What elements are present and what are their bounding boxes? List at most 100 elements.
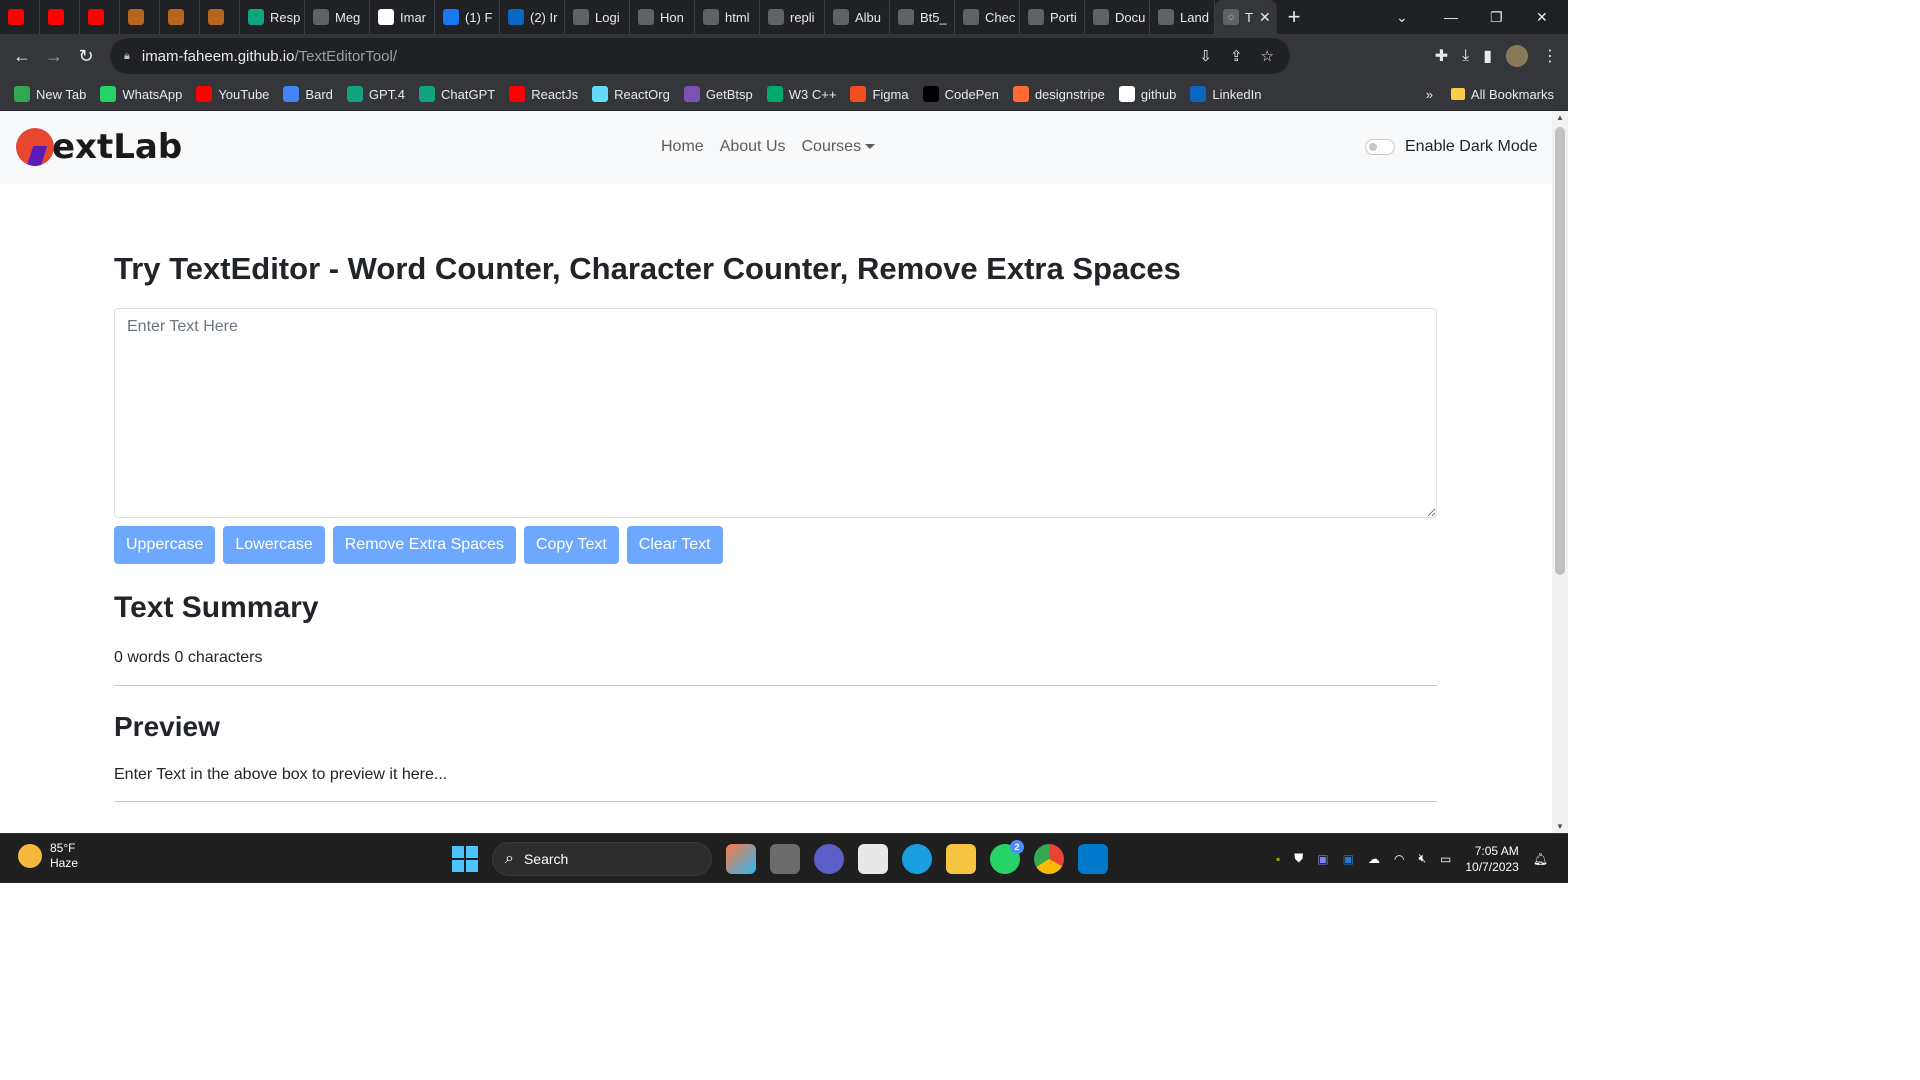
tab[interactable]: repli [760, 0, 825, 34]
bookmark-item[interactable]: designstripe [1012, 86, 1105, 102]
bookmark-item[interactable]: W3 C++ [766, 86, 836, 102]
whatsapp-icon[interactable]: 2 [990, 840, 1024, 874]
teams-chat-icon[interactable] [814, 844, 844, 874]
uppercase-button[interactable]: Uppercase [114, 526, 216, 564]
bookmark-item[interactable]: github [1118, 86, 1176, 102]
onedrive-icon[interactable]: ☁ [1368, 852, 1380, 866]
tab[interactable]: (2) Ir [500, 0, 565, 34]
tab[interactable]: Porti [1020, 0, 1085, 34]
bookmark-item[interactable]: Figma [850, 86, 909, 102]
bookmark-item[interactable]: GPT.4 [346, 86, 405, 102]
bookmark-item[interactable]: GetBtsp [683, 86, 753, 102]
tab[interactable]: Resp [240, 0, 305, 34]
minimize-icon[interactable]: — [1444, 0, 1458, 34]
security-icon[interactable]: ⛊ [1294, 851, 1303, 866]
bookmark-item[interactable]: ReactJs [509, 86, 578, 102]
profile-avatar[interactable] [1506, 45, 1528, 67]
menu-icon[interactable]: ⋮ [1542, 46, 1558, 66]
nav-courses-dropdown[interactable]: Courses [802, 138, 876, 156]
tab[interactable]: Meg [305, 0, 370, 34]
tab[interactable]: Hon [630, 0, 695, 34]
bookmark-item[interactable]: WhatsApp [100, 86, 182, 102]
install-app-icon[interactable]: ⇩ [1199, 47, 1212, 65]
globe-icon [1093, 9, 1109, 25]
tab[interactable]: Bt5_ [890, 0, 955, 34]
taskbar-search[interactable]: ⌕ Search [492, 842, 712, 876]
bookmark-label: ReactJs [531, 86, 579, 102]
youtube-icon [509, 86, 526, 102]
remove-extra-spaces-button[interactable]: Remove Extra Spaces [332, 526, 516, 564]
nvidia-icon[interactable]: ▪ [1276, 852, 1280, 866]
new-tab-button[interactable]: + [1277, 4, 1311, 30]
back-icon[interactable]: ← [6, 46, 38, 67]
all-bookmarks-label: All Bookmarks [1470, 86, 1554, 102]
tab[interactable] [80, 0, 120, 34]
tab[interactable]: Albu [825, 0, 890, 34]
tab-search-icon[interactable]: ⌄ [1396, 0, 1408, 34]
extensions-icon[interactable]: ✚ [1435, 46, 1448, 66]
side-panel-icon[interactable]: ▮ [1483, 46, 1492, 66]
nav-home-link[interactable]: Home [661, 138, 704, 156]
tab-active[interactable]: ◌ T ✕ [1215, 0, 1277, 34]
bookmark-item[interactable]: ReactOrg [592, 86, 670, 102]
restore-icon[interactable]: ❐ [1490, 0, 1503, 34]
word-icon[interactable]: ▣ [1343, 852, 1354, 866]
tab[interactable] [160, 0, 200, 34]
tab[interactable]: Chec [955, 0, 1020, 34]
tab[interactable] [40, 0, 80, 34]
reload-icon[interactable]: ↻ [70, 46, 102, 67]
scroll-up-icon[interactable]: ▲ [1552, 113, 1568, 122]
chrome-icon[interactable] [1034, 844, 1064, 874]
all-bookmarks-button[interactable]: All Bookmarks [1450, 86, 1554, 102]
clear-text-button[interactable]: Clear Text [626, 526, 723, 564]
bookmark-star-icon[interactable]: ☆ [1261, 47, 1274, 65]
vscode-icon[interactable] [1078, 844, 1108, 874]
close-tab-icon[interactable]: ✕ [1259, 9, 1271, 26]
tab[interactable]: Logi [565, 0, 630, 34]
lowercase-button[interactable]: Lowercase [223, 526, 325, 564]
dark-mode-switch[interactable] [1365, 139, 1395, 155]
tab[interactable] [120, 0, 160, 34]
file-explorer-icon[interactable] [946, 844, 976, 874]
teams-icon[interactable]: ▣ [1317, 852, 1328, 866]
bookmark-item[interactable]: New Tab [14, 86, 86, 102]
weather-widget[interactable]: 85°F Haze [18, 841, 78, 871]
address-bar[interactable]: 🔒︎ imam-faheem.github.io /TextEditorTool… [110, 38, 1290, 74]
windows-start-icon[interactable] [452, 846, 478, 872]
scroll-down-icon[interactable]: ▼ [1552, 822, 1568, 831]
store-icon[interactable] [858, 844, 888, 874]
volume-muted-icon[interactable]: 🔇︎ [1418, 851, 1426, 866]
nav-about-link[interactable]: About Us [720, 138, 786, 156]
notification-bell-icon[interactable]: 🔔︎ [1533, 852, 1548, 866]
lock-icon[interactable]: 🔒︎ [124, 50, 130, 63]
folder-icon [1450, 88, 1465, 100]
edge-icon[interactable] [902, 844, 932, 874]
bookmark-item[interactable]: ChatGPT [419, 86, 495, 102]
downloads-icon[interactable]: ⤓ [1462, 47, 1469, 65]
tab[interactable]: Imar [370, 0, 435, 34]
clock[interactable]: 7:05 AM 10/7/2023 [1465, 843, 1518, 875]
copy-text-button[interactable]: Copy Text [523, 526, 619, 564]
share-icon[interactable]: ⇪ [1230, 47, 1243, 65]
scrollbar-thumb[interactable] [1555, 127, 1565, 575]
close-window-icon[interactable]: ✕ [1536, 0, 1548, 34]
bookmark-item[interactable]: Bard [283, 86, 333, 102]
tab[interactable]: Docu [1085, 0, 1150, 34]
brand-logo[interactable]: extLab [16, 127, 182, 167]
text-input[interactable] [114, 308, 1437, 518]
forward-icon[interactable]: → [38, 46, 70, 67]
bookmark-item[interactable]: CodePen [922, 86, 999, 102]
bookmarks-overflow-button[interactable]: » [1426, 87, 1433, 102]
task-view-icon[interactable] [770, 844, 800, 874]
copilot-icon[interactable] [726, 844, 756, 874]
tab[interactable]: Land [1150, 0, 1215, 34]
page-scrollbar[interactable]: ▲ ▼ [1552, 111, 1568, 833]
tab[interactable] [200, 0, 240, 34]
tab[interactable] [0, 0, 40, 34]
bookmark-item[interactable]: LinkedIn [1190, 86, 1262, 102]
wifi-icon[interactable]: ◠ [1394, 852, 1404, 866]
tab[interactable]: (1) F [435, 0, 500, 34]
tab[interactable]: html [695, 0, 760, 34]
bookmark-item[interactable]: YouTube [196, 86, 269, 102]
battery-icon[interactable]: ▭ [1440, 852, 1451, 866]
